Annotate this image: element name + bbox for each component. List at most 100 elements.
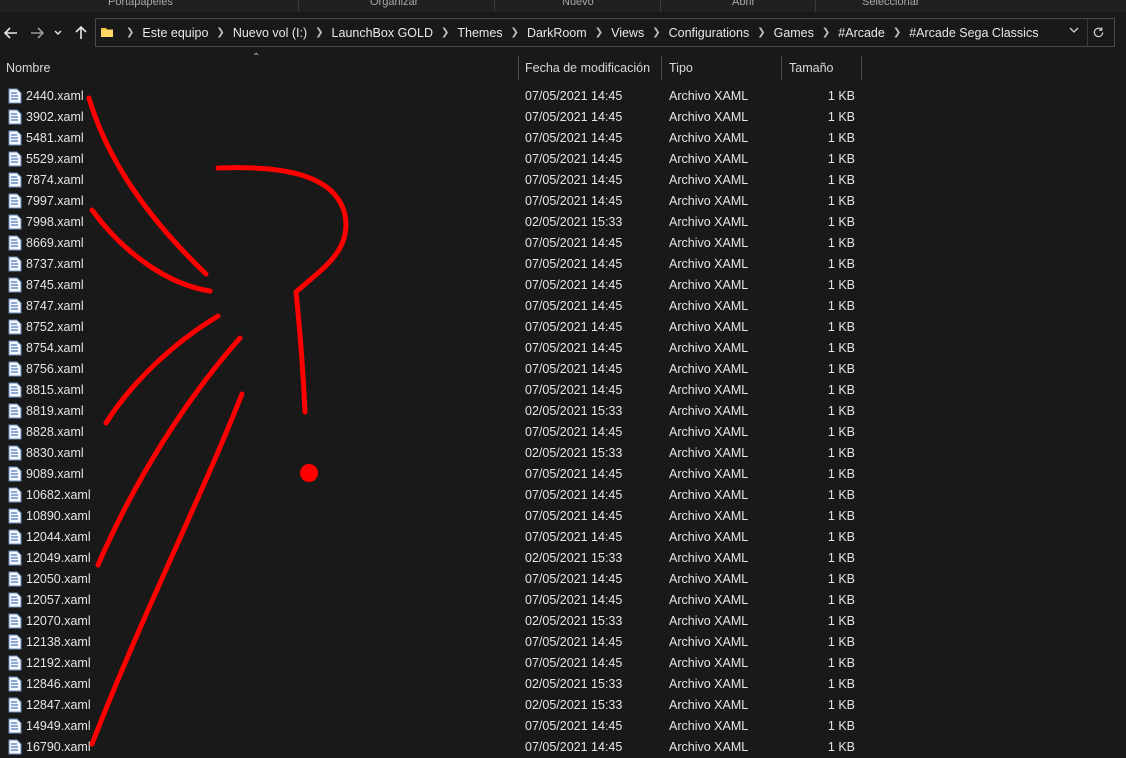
- file-row[interactable]: 8830.xaml 02/05/2021 15:33 Archivo XAML 1 K…: [0, 443, 1126, 464]
- breadcrumb-nuevo-vol[interactable]: Nuevo vol (I:): [233, 26, 307, 40]
- arrow-left-icon: [3, 27, 17, 39]
- column-header-name[interactable]: Nombre: [0, 54, 518, 82]
- file-row[interactable]: 9089.xaml 07/05/2021 14:45 Archivo XAML 1 K…: [0, 464, 1126, 485]
- breadcrumb-chevron-icon[interactable]: ❯: [595, 27, 603, 38]
- breadcrumb-chevron-icon[interactable]: ❯: [822, 27, 830, 38]
- column-header-type[interactable]: Tipo: [663, 54, 781, 82]
- file-row[interactable]: 10890.xaml 07/05/2021 14:45 Archivo XAML 1 …: [0, 506, 1126, 527]
- forward-button[interactable]: [26, 20, 48, 46]
- breadcrumb-games[interactable]: Games: [774, 26, 814, 40]
- file-type: Archivo XAML: [669, 572, 749, 586]
- file-row[interactable]: 2440.xaml 07/05/2021 14:45 Archivo XAML 1 K…: [0, 86, 1126, 107]
- file-date-modified: 07/05/2021 14:45: [525, 152, 623, 166]
- xaml-file-icon: [8, 151, 22, 167]
- file-row[interactable]: 8756.xaml 07/05/2021 14:45 Archivo XAML 1 K…: [0, 359, 1126, 380]
- file-row[interactable]: 12049.xaml 02/05/2021 15:33 Archivo XAML 1 …: [0, 548, 1126, 569]
- file-row[interactable]: 7997.xaml 07/05/2021 14:45 Archivo XAML 1 K…: [0, 191, 1126, 212]
- breadcrumb-arcade-sega-classics[interactable]: #Arcade Sega Classics: [909, 26, 1038, 40]
- file-size: 1 KB: [827, 656, 855, 670]
- file-row[interactable]: 8747.xaml 07/05/2021 14:45 Archivo XAML 1 K…: [0, 296, 1126, 317]
- file-name: 10682.xaml: [26, 488, 91, 502]
- file-date-modified: 07/05/2021 14:45: [525, 278, 623, 292]
- file-row[interactable]: 8752.xaml 07/05/2021 14:45 Archivo XAML 1 K…: [0, 317, 1126, 338]
- file-type: Archivo XAML: [669, 635, 749, 649]
- file-size: 1 KB: [827, 509, 855, 523]
- breadcrumb-themes[interactable]: Themes: [457, 26, 502, 40]
- breadcrumb-chevron-icon[interactable]: ❯: [511, 27, 519, 38]
- file-name: 16790.xaml: [26, 740, 91, 754]
- file-name: 12846.xaml: [26, 677, 91, 691]
- file-row[interactable]: 12847.xaml 02/05/2021 15:33 Archivo XAML 1 …: [0, 695, 1126, 716]
- file-row[interactable]: 12192.xaml 07/05/2021 14:45 Archivo XAML 1 …: [0, 653, 1126, 674]
- breadcrumb-chevron-icon[interactable]: ❯: [216, 27, 224, 38]
- file-row[interactable]: 12846.xaml 02/05/2021 15:33 Archivo XAML 1 …: [0, 674, 1126, 695]
- breadcrumb-darkroom[interactable]: DarkRoom: [527, 26, 587, 40]
- file-row[interactable]: 8737.xaml 07/05/2021 14:45 Archivo XAML 1 K…: [0, 254, 1126, 275]
- breadcrumb-launchbox-gold[interactable]: LaunchBox GOLD: [332, 26, 433, 40]
- breadcrumb-chevron-icon[interactable]: ❯: [315, 27, 323, 38]
- column-resize-handle[interactable]: [661, 56, 662, 80]
- recent-locations-button[interactable]: [50, 20, 66, 46]
- file-size: 1 KB: [827, 173, 855, 187]
- breadcrumb-chevron-icon[interactable]: ❯: [126, 27, 134, 38]
- file-row[interactable]: 8754.xaml 07/05/2021 14:45 Archivo XAML 1 K…: [0, 338, 1126, 359]
- file-row[interactable]: 8815.xaml 07/05/2021 14:45 Archivo XAML 1 K…: [0, 380, 1126, 401]
- file-date-modified: 07/05/2021 14:45: [525, 194, 623, 208]
- address-history-dropdown[interactable]: [1068, 24, 1080, 39]
- file-row[interactable]: 10682.xaml 07/05/2021 14:45 Archivo XAML 1 …: [0, 485, 1126, 506]
- file-row[interactable]: 12044.xaml 07/05/2021 14:45 Archivo XAML 1 …: [0, 527, 1126, 548]
- column-resize-handle[interactable]: [781, 56, 782, 80]
- file-date-modified: 07/05/2021 14:45: [525, 488, 623, 502]
- file-row[interactable]: 12057.xaml 07/05/2021 14:45 Archivo XAML 1 …: [0, 590, 1126, 611]
- file-row[interactable]: 3902.xaml 07/05/2021 14:45 Archivo XAML 1 K…: [0, 107, 1126, 128]
- ribbon-separator: [660, 0, 661, 12]
- breadcrumb-chevron-icon[interactable]: ❯: [652, 27, 660, 38]
- up-button[interactable]: [70, 20, 92, 46]
- xaml-file-icon: [8, 277, 22, 293]
- file-type: Archivo XAML: [669, 488, 749, 502]
- breadcrumb-chevron-icon[interactable]: ❯: [441, 27, 449, 38]
- ribbon-group-seleccionar: Seleccionar: [862, 0, 920, 8]
- file-name: 8815.xaml: [26, 383, 84, 397]
- refresh-button[interactable]: [1088, 22, 1108, 43]
- xaml-file-icon: [8, 256, 22, 272]
- file-row[interactable]: 7874.xaml 07/05/2021 14:45 Archivo XAML 1 K…: [0, 170, 1126, 191]
- ribbon-group-portapapeles: Portapapeles: [108, 0, 173, 8]
- address-bar[interactable]: ❯ Este equipo ❯ Nuevo vol (I:) ❯ LaunchB…: [95, 18, 1115, 47]
- file-row[interactable]: 16790.xaml 07/05/2021 14:45 Archivo XAML 1 …: [0, 737, 1126, 758]
- file-row[interactable]: 5481.xaml 07/05/2021 14:45 Archivo XAML 1 K…: [0, 128, 1126, 149]
- breadcrumb-chevron-icon[interactable]: ❯: [757, 27, 765, 38]
- file-row[interactable]: 8828.xaml 07/05/2021 14:45 Archivo XAML 1 K…: [0, 422, 1126, 443]
- file-row[interactable]: 8819.xaml 02/05/2021 15:33 Archivo XAML 1 K…: [0, 401, 1126, 422]
- xaml-file-icon: [8, 676, 22, 692]
- file-row[interactable]: 12050.xaml 07/05/2021 14:45 Archivo XAML 1 …: [0, 569, 1126, 590]
- xaml-file-icon: [8, 529, 22, 545]
- file-row[interactable]: 5529.xaml 07/05/2021 14:45 Archivo XAML 1 K…: [0, 149, 1126, 170]
- file-size: 1 KB: [827, 719, 855, 733]
- breadcrumb-views[interactable]: Views: [611, 26, 644, 40]
- file-row[interactable]: 14949.xaml 07/05/2021 14:45 Archivo XAML 1 …: [0, 716, 1126, 737]
- file-row[interactable]: 8669.xaml 07/05/2021 14:45 Archivo XAML 1 K…: [0, 233, 1126, 254]
- breadcrumb-configurations[interactable]: Configurations: [669, 26, 750, 40]
- file-size: 1 KB: [827, 551, 855, 565]
- file-name: 8745.xaml: [26, 278, 84, 292]
- file-row[interactable]: 7998.xaml 02/05/2021 15:33 Archivo XAML 1 K…: [0, 212, 1126, 233]
- column-resize-handle[interactable]: [861, 56, 862, 80]
- file-type: Archivo XAML: [669, 299, 749, 313]
- column-header-size[interactable]: Tamaño: [783, 54, 861, 82]
- file-name: 7997.xaml: [26, 194, 84, 208]
- back-button[interactable]: [0, 20, 22, 46]
- file-row[interactable]: 8745.xaml 07/05/2021 14:45 Archivo XAML 1 K…: [0, 275, 1126, 296]
- file-type: Archivo XAML: [669, 341, 749, 355]
- column-header-date[interactable]: Fecha de modificación: [519, 54, 661, 82]
- file-row[interactable]: 12070.xaml 02/05/2021 15:33 Archivo XAML 1 …: [0, 611, 1126, 632]
- breadcrumb-chevron-icon[interactable]: ❯: [893, 27, 901, 38]
- ribbon-group-labels: Portapapeles Organizar Nuevo Abrir Selec…: [0, 0, 1126, 12]
- breadcrumb-arcade[interactable]: #Arcade: [838, 26, 885, 40]
- breadcrumb-este-equipo[interactable]: Este equipo: [142, 26, 208, 40]
- ribbon-group-organizar: Organizar: [370, 0, 419, 8]
- file-row[interactable]: 12138.xaml 07/05/2021 14:45 Archivo XAML 1 …: [0, 632, 1126, 653]
- file-name: 7998.xaml: [26, 215, 84, 229]
- file-name: 8669.xaml: [26, 236, 84, 250]
- ribbon-group-abrir: Abrir: [732, 0, 756, 8]
